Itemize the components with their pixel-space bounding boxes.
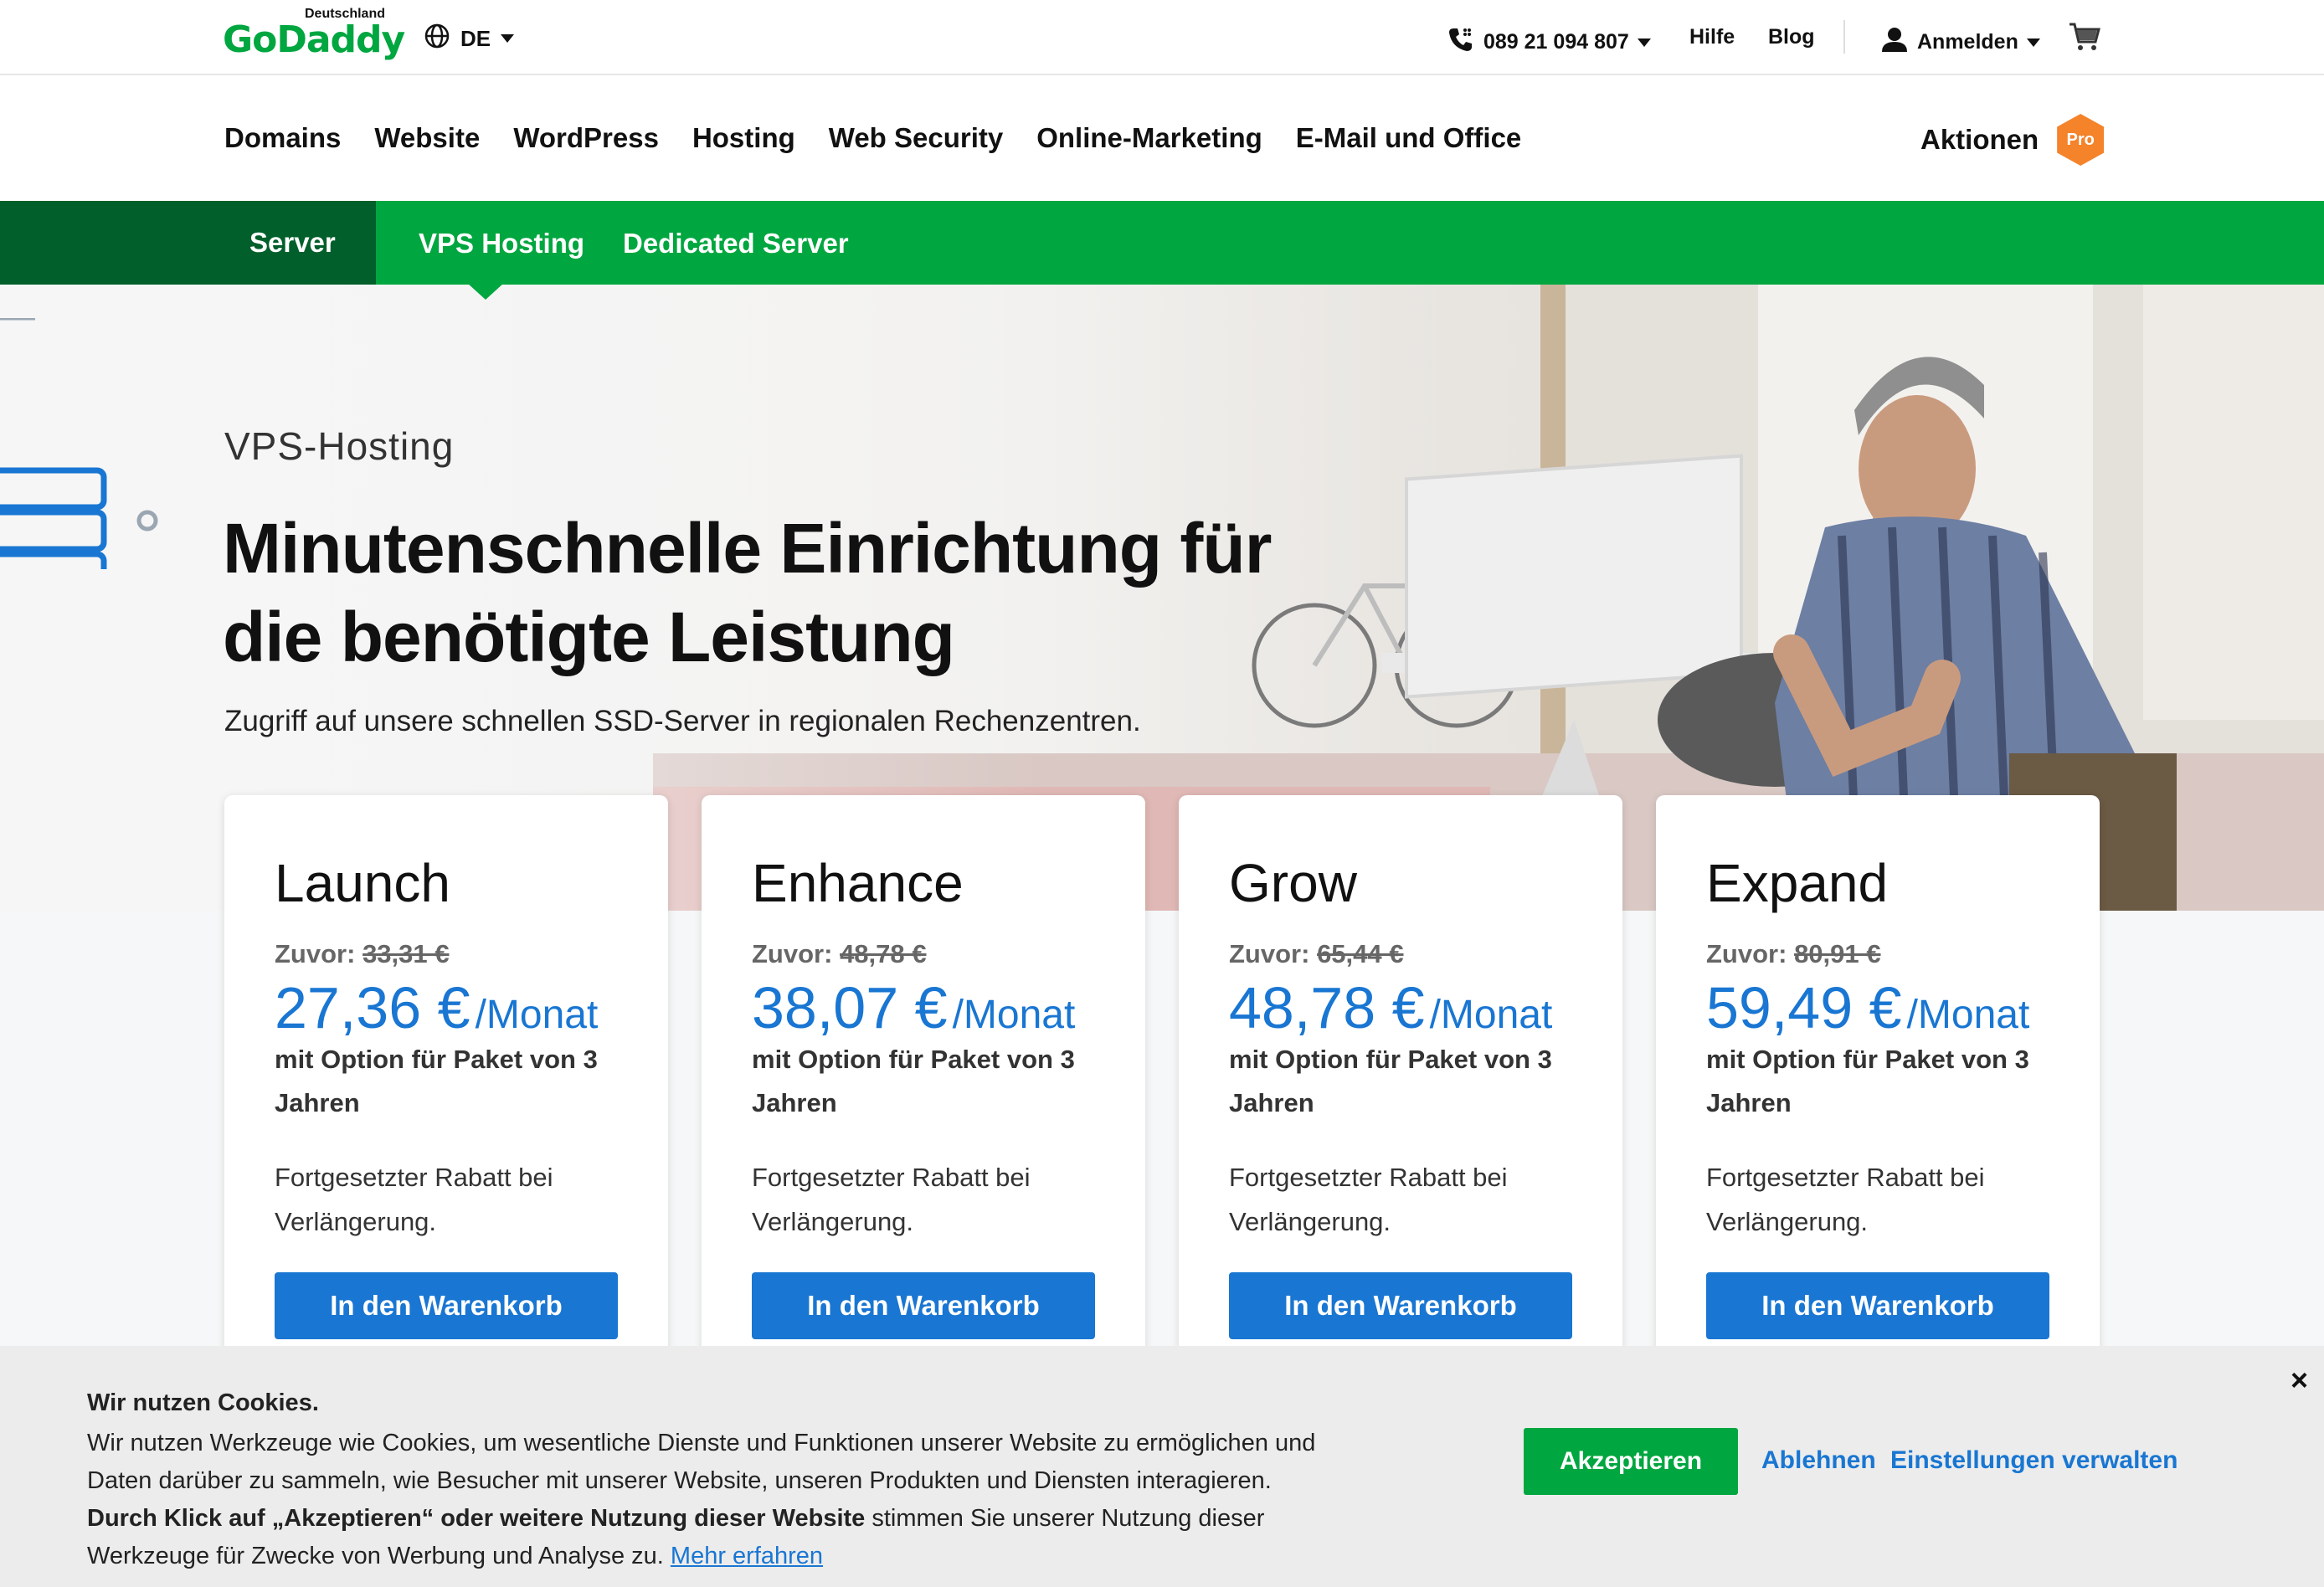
plan-price: 27,36 €/Monat [275, 974, 598, 1041]
hero-title-line: die benötigte Leistung [223, 598, 955, 676]
plan-price: 59,49 €/Monat [1706, 974, 2029, 1041]
cookie-text-intro: Wir nutzen Werkzeuge wie Cookies, um wes… [87, 1430, 1316, 1494]
cookie-text-bold: Durch Klick auf „Akzeptieren“ oder weite… [87, 1505, 866, 1532]
tab-dedicated-server[interactable]: Dedicated Server [623, 228, 849, 259]
previous-price-value: 33,31 € [362, 939, 450, 968]
price-value: 48,78 € [1229, 975, 1425, 1040]
previous-price: Zuvor: 33,31 € [275, 939, 450, 969]
renewal-note: Fortgesetzter Rabatt bei Verlängerung. [1229, 1163, 1508, 1236]
renewal-note: Fortgesetzter Rabatt bei Verlängerung. [752, 1163, 1031, 1236]
language-label: DE [460, 25, 491, 51]
cart-icon[interactable] [2068, 20, 2101, 54]
plan-name: Launch [275, 853, 450, 913]
decline-cookies-link[interactable]: Ablehnen [1761, 1446, 1876, 1475]
tab-vps-hosting[interactable]: VPS Hosting [419, 228, 584, 259]
add-to-cart-button[interactable]: In den Warenkorb [1229, 1272, 1572, 1339]
server-rack-icon [0, 318, 158, 569]
phone-icon [1447, 25, 1475, 59]
hero-title: Minutenschnelle Einrichtung für die benö… [223, 504, 1311, 681]
previous-price-value: 80,91 € [1794, 939, 1881, 968]
price-value: 27,36 € [275, 975, 470, 1040]
phone-menu[interactable]: 089 21 094 807 [1447, 25, 1651, 59]
language-selector[interactable]: DE [424, 22, 515, 55]
sub-nav: Server VPS Hosting Dedicated Server [0, 201, 2324, 285]
plan-term: mit Option für Paket von 3 Jahren [1229, 1045, 1552, 1117]
add-to-cart-button[interactable]: In den Warenkorb [1706, 1272, 2049, 1339]
primary-nav-links: Domains Website WordPress Hosting Web Se… [224, 122, 1521, 154]
cookie-title: Wir nutzen Cookies. [87, 1389, 319, 1416]
previous-price-label: Zuvor: [752, 939, 841, 968]
previous-price-value: 48,78 € [840, 939, 927, 968]
plan-card-enhance: Enhance Zuvor: 48,78 € 38,07 €/Monat mit… [702, 795, 1145, 1398]
add-to-cart-button[interactable]: In den Warenkorb [275, 1272, 618, 1339]
signin-menu[interactable]: Anmelden [1880, 25, 2040, 59]
price-unit: /Monat [952, 993, 1076, 1037]
previous-price: Zuvor: 80,91 € [1706, 939, 1881, 969]
nav-hosting[interactable]: Hosting [692, 122, 795, 154]
pro-badge: Pro [2057, 114, 2105, 166]
help-link[interactable]: Hilfe [1689, 25, 1735, 49]
chevron-down-icon [1637, 38, 1651, 47]
hero-subtitle: Zugriff auf unsere schnellen SSD-Server … [224, 705, 1141, 737]
signin-label: Anmelden [1917, 30, 2018, 54]
price-unit: /Monat [1906, 993, 2030, 1037]
utility-bar: Deutschland GoDaddy DE 089 21 094 807 Hi… [0, 0, 2324, 75]
chevron-down-icon [2026, 38, 2040, 47]
previous-price-label: Zuvor: [275, 939, 363, 968]
nav-web-security[interactable]: Web Security [829, 122, 1003, 154]
price-value: 38,07 € [752, 975, 948, 1040]
plan-term: mit Option für Paket von 3 Jahren [1706, 1045, 2029, 1117]
plan-price: 48,78 €/Monat [1229, 974, 1552, 1041]
main-nav: Domains Website WordPress Hosting Web Se… [0, 77, 2324, 201]
chevron-down-icon [501, 34, 515, 43]
price-unit: /Monat [475, 993, 599, 1037]
previous-price-label: Zuvor: [1706, 939, 1795, 968]
promo-link[interactable]: Aktionen Pro [1920, 114, 2105, 166]
cookie-text: Wir nutzen Werkzeuge wie Cookies, um wes… [87, 1425, 1360, 1575]
user-icon [1880, 25, 1909, 59]
globe-icon [424, 23, 450, 55]
renewal-note: Fortgesetzter Rabatt bei Verlängerung. [1706, 1163, 1985, 1236]
nav-website[interactable]: Website [374, 122, 480, 154]
learn-more-link[interactable]: Mehr erfahren [671, 1543, 823, 1569]
active-tab-indicator [467, 283, 504, 300]
plan-card-launch: Launch Zuvor: 33,31 € 27,36 €/Monat mit … [224, 795, 668, 1398]
plan-price: 38,07 €/Monat [752, 974, 1075, 1041]
previous-price: Zuvor: 48,78 € [752, 939, 927, 969]
plan-name: Enhance [752, 853, 964, 913]
tab-server[interactable]: Server [0, 201, 376, 285]
previous-price: Zuvor: 65,44 € [1229, 939, 1404, 969]
close-icon[interactable]: × [2291, 1363, 2308, 1398]
hero-title-line: Minutenschnelle Einrichtung für [223, 509, 1272, 588]
previous-price-label: Zuvor: [1229, 939, 1318, 968]
blog-link[interactable]: Blog [1768, 25, 1815, 49]
nav-online-marketing[interactable]: Online-Marketing [1036, 122, 1262, 154]
plan-name: Expand [1706, 853, 1889, 913]
logo-wordmark: GoDaddy [223, 18, 405, 61]
nav-email-office[interactable]: E-Mail und Office [1296, 122, 1522, 154]
page: Deutschland GoDaddy DE 089 21 094 807 Hi… [0, 0, 2324, 1587]
previous-price-value: 65,44 € [1317, 939, 1404, 968]
price-value: 59,49 € [1706, 975, 1902, 1040]
godaddy-logo[interactable]: Deutschland GoDaddy [223, 7, 405, 65]
phone-number: 089 21 094 807 [1483, 30, 1629, 54]
divider [1843, 20, 1845, 54]
plan-card-expand: Expand Zuvor: 80,91 € 59,49 €/Monat mit … [1656, 795, 2100, 1398]
plan-term: mit Option für Paket von 3 Jahren [275, 1045, 598, 1117]
manage-settings-link[interactable]: Einstellungen verwalten [1890, 1446, 2177, 1475]
promo-label: Aktionen [1920, 124, 2039, 155]
accept-cookies-button[interactable]: Akzeptieren [1524, 1428, 1738, 1495]
nav-wordpress[interactable]: WordPress [513, 122, 659, 154]
price-unit: /Monat [1429, 993, 1553, 1037]
plan-card-grow: Grow Zuvor: 65,44 € 48,78 €/Monat mit Op… [1179, 795, 1622, 1398]
plan-term: mit Option für Paket von 3 Jahren [752, 1045, 1075, 1117]
plan-name: Grow [1229, 853, 1357, 913]
hero-eyebrow: VPS-Hosting [224, 424, 455, 468]
nav-domains[interactable]: Domains [224, 122, 341, 154]
add-to-cart-button[interactable]: In den Warenkorb [752, 1272, 1095, 1339]
renewal-note: Fortgesetzter Rabatt bei Verlängerung. [275, 1163, 553, 1236]
cookie-banner: Wir nutzen Cookies. Wir nutzen Werkzeuge… [0, 1346, 2324, 1587]
